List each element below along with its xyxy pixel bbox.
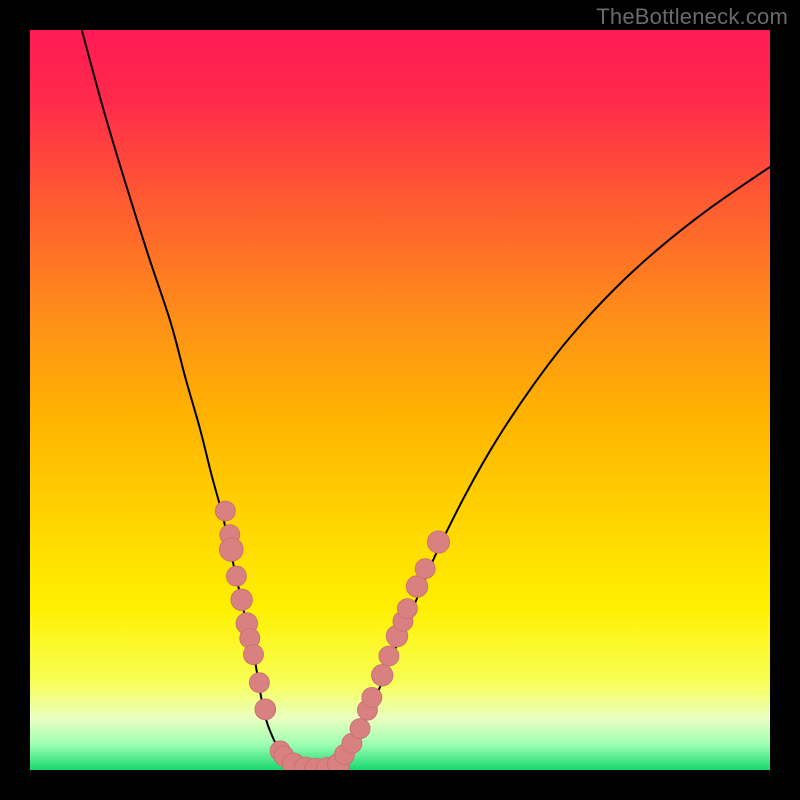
- curve-marker: [243, 645, 263, 665]
- curve-marker: [249, 673, 269, 693]
- curve-marker: [231, 589, 252, 610]
- curve-marker: [255, 699, 276, 720]
- watermark-text: TheBottleneck.com: [596, 4, 788, 30]
- curve-marker: [372, 665, 393, 686]
- marker-layer: [215, 501, 449, 770]
- curve-marker: [350, 719, 370, 739]
- curve-marker: [397, 599, 417, 619]
- curve-marker: [226, 566, 246, 586]
- bottleneck-curve: [30, 30, 770, 770]
- curve-marker: [415, 559, 435, 579]
- curve-marker: [379, 646, 399, 666]
- plot-area: [30, 30, 770, 770]
- curve-marker: [362, 687, 382, 707]
- curve-path: [82, 30, 770, 769]
- curve-marker: [215, 501, 235, 521]
- curve-marker: [219, 538, 243, 562]
- frame: TheBottleneck.com: [0, 0, 800, 800]
- curve-marker: [427, 531, 449, 553]
